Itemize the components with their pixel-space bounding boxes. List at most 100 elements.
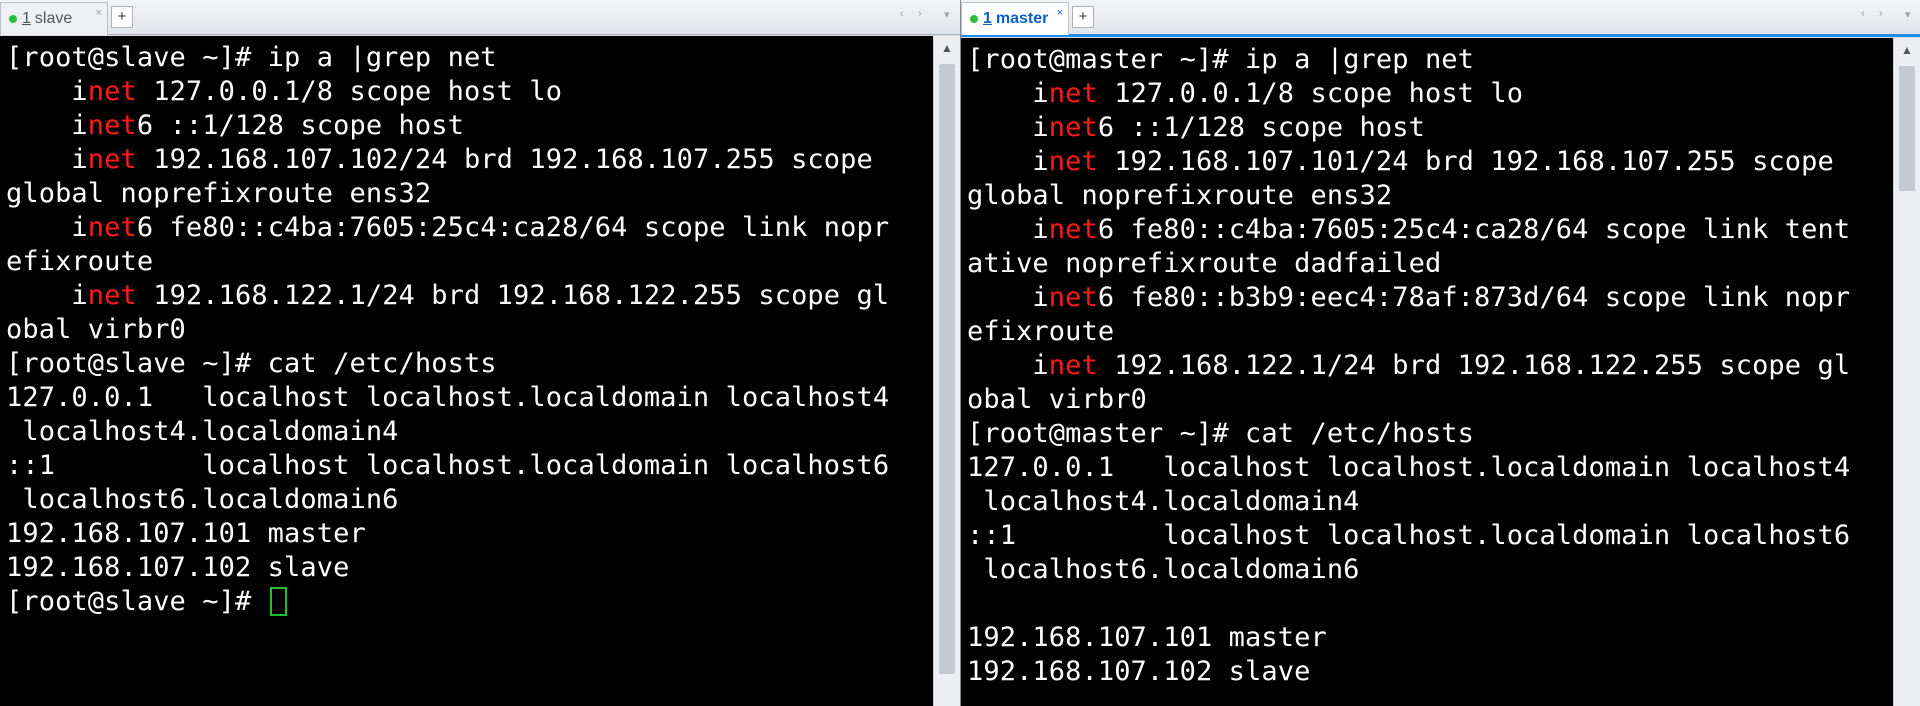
terminal-text: i <box>6 76 88 107</box>
terminal-text: ::1 localhost localhost.localdomain loca… <box>6 450 890 481</box>
terminal-line: inet 192.168.122.1/24 brd 192.168.122.25… <box>6 279 933 313</box>
terminal-text: i <box>967 214 1049 245</box>
terminal-line: localhost6.localdomain6 <box>967 553 1894 587</box>
grep-match-highlight: net <box>1048 112 1098 143</box>
terminal-line: localhost4.localdomain4 <box>6 415 933 449</box>
tab-menu-icon[interactable]: ▾ <box>1905 8 1911 21</box>
terminal-line: efixroute <box>6 245 933 279</box>
terminal-line: localhost6.localdomain6 <box>6 483 933 517</box>
terminal-text: 192.168.107.101 master <box>967 622 1327 653</box>
terminal-line: inet 127.0.0.1/8 scope host lo <box>6 75 933 109</box>
terminal-pane-master: 1 master × + ‹ › ▾ [root@master ~]# ip a… <box>961 0 1920 706</box>
tab-menu-icon[interactable]: ▾ <box>944 8 950 21</box>
terminal-text: 192.168.107.101 master <box>6 518 366 549</box>
terminal-text: 127.0.0.1/8 scope host lo <box>136 76 563 107</box>
terminal-text: i <box>6 144 88 175</box>
terminal-text: ::1 localhost localhost.localdomain loca… <box>967 520 1851 551</box>
tab-number: 1 <box>983 10 992 27</box>
terminal-text: 192.168.107.102/24 brd 192.168.107.255 s… <box>136 144 873 175</box>
terminal-line: ::1 localhost localhost.localdomain loca… <box>6 449 933 483</box>
close-icon[interactable]: × <box>96 7 102 19</box>
scrollbar-thumb[interactable] <box>939 64 955 674</box>
terminal-text: [root@slave ~]# <box>6 586 268 617</box>
terminal-line: 192.168.107.102 slave <box>967 655 1894 689</box>
terminal-text: 6 fe80::c4ba:7605:25c4:ca28/64 scope lin… <box>136 212 890 243</box>
new-tab-button[interactable]: + <box>111 6 133 28</box>
terminal-text: [root@master ~]# ip a |grep net <box>967 44 1475 75</box>
terminal-output[interactable]: [root@slave ~]# ip a |grep net inet 127.… <box>0 36 933 706</box>
tab-master[interactable]: 1 master × <box>961 2 1069 35</box>
terminal-text: [root@master ~]# cat /etc/hosts <box>967 418 1475 449</box>
terminal-text: i <box>6 212 88 243</box>
terminal-text: i <box>967 350 1049 381</box>
terminal-text: obal virbr0 <box>967 384 1147 415</box>
terminal-line: efixroute <box>967 315 1894 349</box>
terminal-pane-slave: 1 slave × + ‹ › ▾ [root@slave ~]# ip a |… <box>0 0 960 706</box>
grep-match-highlight: net <box>87 280 137 311</box>
terminal-line: global noprefixroute ens32 <box>967 179 1894 213</box>
terminal-line: inet6 fe80::c4ba:7605:25c4:ca28/64 scope… <box>6 211 933 245</box>
terminal-text: global noprefixroute ens32 <box>6 178 432 209</box>
terminal-text: 127.0.0.1 localhost localhost.localdomai… <box>6 382 890 413</box>
scroll-tabs-left-icon[interactable]: ‹ <box>900 8 904 20</box>
terminal-line: localhost4.localdomain4 <box>967 485 1894 519</box>
scroll-up-icon[interactable]: ▲ <box>1894 38 1920 62</box>
terminal-text: 6 fe80::c4ba:7605:25c4:ca28/64 scope lin… <box>1097 214 1851 245</box>
terminal-line: 127.0.0.1 localhost localhost.localdomai… <box>6 381 933 415</box>
terminal-text: 6 ::1/128 scope host <box>1097 112 1425 143</box>
terminal-text: 192.168.107.102 slave <box>6 552 350 583</box>
terminal-text: localhost6.localdomain6 <box>967 554 1360 585</box>
scroll-tabs-right-icon[interactable]: › <box>1879 8 1883 20</box>
terminal-line: inet 192.168.122.1/24 brd 192.168.122.25… <box>967 349 1894 383</box>
scrollbar[interactable]: ▲ <box>1893 38 1920 706</box>
tab-number: 1 <box>22 10 31 27</box>
terminal-line: 127.0.0.1 localhost localhost.localdomai… <box>967 451 1894 485</box>
grep-match-highlight: net <box>87 212 137 243</box>
terminal-line: [root@slave ~]# <box>6 585 933 619</box>
terminal-line: obal virbr0 <box>967 383 1894 417</box>
terminal-line: inet 192.168.107.101/24 brd 192.168.107.… <box>967 145 1894 179</box>
terminal-line: inet6 ::1/128 scope host <box>6 109 933 143</box>
terminal-text: localhost6.localdomain6 <box>6 484 399 515</box>
grep-match-highlight: net <box>87 144 137 175</box>
terminal-output[interactable]: [root@master ~]# ip a |grep net inet 127… <box>961 38 1894 706</box>
terminal-text: 192.168.107.101/24 brd 192.168.107.255 s… <box>1097 146 1834 177</box>
terminal-line: 192.168.107.101 master <box>6 517 933 551</box>
scrollbar-thumb[interactable] <box>1899 66 1915 191</box>
terminal-text: i <box>967 112 1049 143</box>
close-icon[interactable]: × <box>1057 7 1063 19</box>
text-cursor <box>269 587 287 616</box>
grep-match-highlight: net <box>1048 214 1098 245</box>
terminal-text: localhost4.localdomain4 <box>6 416 399 447</box>
tab-bar: 1 master × + ‹ › ▾ <box>961 0 1920 37</box>
grep-match-highlight: net <box>1048 78 1098 109</box>
terminal-text: 6 ::1/128 scope host <box>136 110 464 141</box>
scroll-up-icon[interactable]: ▲ <box>934 36 960 60</box>
terminal-text: i <box>6 280 88 311</box>
tab-title: master <box>995 10 1049 27</box>
terminal-text: 192.168.122.1/24 brd 192.168.122.255 sco… <box>136 280 890 311</box>
scroll-tabs-left-icon[interactable]: ‹ <box>1861 8 1865 20</box>
terminal-line: obal virbr0 <box>6 313 933 347</box>
tab-slave[interactable]: 1 slave × <box>0 2 108 35</box>
new-tab-button[interactable]: + <box>1072 6 1094 28</box>
terminal-line: 192.168.107.101 master <box>967 621 1894 655</box>
grep-match-highlight: net <box>1048 350 1098 381</box>
terminal-text: i <box>967 78 1049 109</box>
terminal-text: 127.0.0.1 localhost localhost.localdomai… <box>967 452 1851 483</box>
terminal-line: [root@slave ~]# cat /etc/hosts <box>6 347 933 381</box>
terminal-line: ative noprefixroute dadfailed <box>967 247 1894 281</box>
connected-status-icon <box>9 15 17 23</box>
terminal-text: 6 fe80::b3b9:eec4:78af:873d/64 scope lin… <box>1097 282 1851 313</box>
terminal-text: [root@slave ~]# cat /etc/hosts <box>6 348 497 379</box>
terminal-line: inet 192.168.107.102/24 brd 192.168.107.… <box>6 143 933 177</box>
terminal-line: [root@slave ~]# ip a |grep net <box>6 41 933 75</box>
scroll-tabs-right-icon[interactable]: › <box>918 8 922 20</box>
terminal-text: 192.168.107.102 slave <box>967 656 1311 687</box>
terminal-line: inet6 ::1/128 scope host <box>967 111 1894 145</box>
terminal-text: 192.168.122.1/24 brd 192.168.122.255 sco… <box>1097 350 1851 381</box>
scrollbar[interactable]: ▲ <box>933 36 960 706</box>
terminal-line: inet6 fe80::b3b9:eec4:78af:873d/64 scope… <box>967 281 1894 315</box>
terminal-text: global noprefixroute ens32 <box>967 180 1393 211</box>
connected-status-icon <box>970 15 978 23</box>
